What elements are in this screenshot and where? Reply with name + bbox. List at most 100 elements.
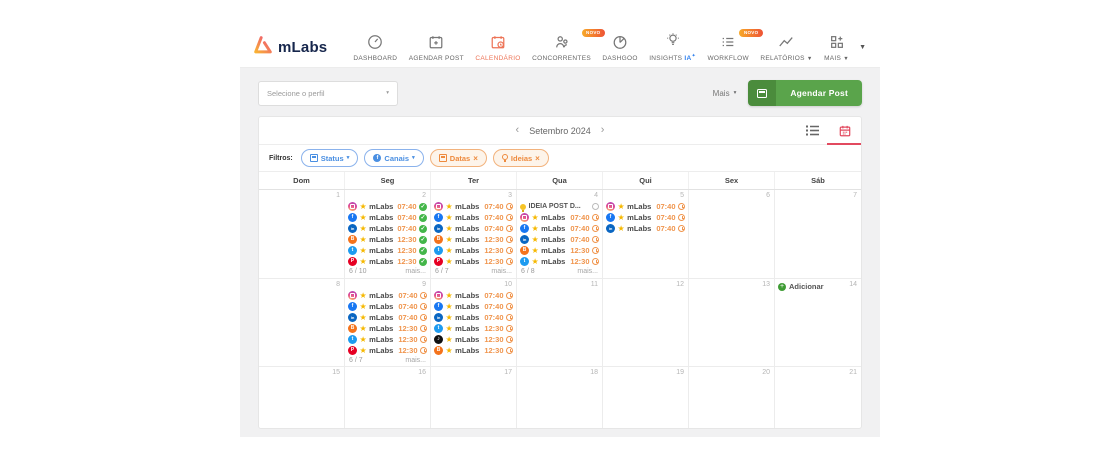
list-view-button[interactable] — [806, 117, 819, 144]
nav-insights-ia[interactable]: INSIGHTS IA✦ — [649, 32, 696, 63]
calendar-day-cell[interactable]: 9 ★ mLabs 07:40 f ★ mLabs 07:40 in ★ mLabs 07:40 B ★ m… — [345, 279, 431, 367]
calendar-day-cell[interactable]: 1 — [259, 190, 345, 279]
calendar-day-cell[interactable]: 20 — [689, 367, 775, 428]
close-icon[interactable]: × — [473, 154, 478, 163]
post-item[interactable]: in ★ mLabs 07:40 — [431, 223, 516, 234]
idea-item[interactable]: IDEIA POST D... — [517, 201, 602, 212]
post-item[interactable]: ★ mLabs 07:40 — [431, 290, 516, 301]
nav-concorrentes[interactable]: NOVO CONCORRENTES — [532, 28, 605, 62]
nav-relatorios[interactable]: RELATÓRIOS ▼ — [760, 34, 812, 62]
calendar-day-cell[interactable]: 19 — [603, 367, 689, 428]
filter-canais[interactable]: f Canais ▾ — [364, 149, 424, 167]
calendar-day-cell[interactable]: 16 — [345, 367, 431, 428]
close-icon[interactable]: × — [535, 154, 540, 163]
mais-link[interactable]: mais... — [405, 268, 426, 275]
calendar-day-cell[interactable]: 5 ★ mLabs 07:40 f ★ mLabs 07:40 in ★ mLabs 07:40 — [603, 190, 689, 279]
day-cell-body: + Adicionar — [775, 281, 861, 292]
day-number: 21 — [849, 369, 857, 376]
profile-select[interactable]: Selecione o perfil ▾ — [258, 80, 398, 106]
post-time: 12:30 — [397, 246, 417, 255]
account-menu-caret[interactable]: ▼ — [859, 44, 866, 51]
calendar-header: ‹ Setembro 2024 › — [259, 117, 861, 145]
calendar-day-cell[interactable]: 21 — [775, 367, 861, 428]
calendar-day-cell[interactable]: 18 — [517, 367, 603, 428]
post-item[interactable]: t ★ mLabs 12:30 — [431, 245, 516, 256]
post-item[interactable]: P ★ mLabs 12:30 — [431, 256, 516, 267]
calendar-day-cell[interactable]: 6 — [689, 190, 775, 279]
nav-workflow[interactable]: NOVO WORKFLOW — [707, 28, 763, 62]
post-item[interactable]: ★ mLabs 07:40 — [431, 201, 516, 212]
post-item[interactable]: ★ mLabs 07:40 — [517, 212, 602, 223]
calendar-day-cell[interactable]: 15 — [259, 367, 345, 428]
post-item[interactable]: P ★ mLabs 12:30 — [345, 345, 430, 356]
calendar-day-cell[interactable]: 14 + Adicionar — [775, 279, 861, 367]
calendar-day-cell[interactable]: 8 — [259, 279, 345, 367]
post-item[interactable]: ♪ ★ mLabs 12:30 — [431, 334, 516, 345]
adicionar-button[interactable]: + Adicionar — [775, 281, 861, 292]
post-item[interactable]: f ★ mLabs 07:40 ✓ — [345, 212, 430, 223]
nav-mais[interactable]: MAIS ▼ — [824, 34, 849, 62]
post-item[interactable]: t ★ mLabs 12:30 ✓ — [345, 245, 430, 256]
post-time: 07:40 — [398, 291, 418, 300]
filter-ideias[interactable]: Ideias × — [492, 149, 549, 167]
prev-month-button[interactable]: ‹ — [516, 125, 520, 136]
calendar-day-cell[interactable]: 4 IDEIA POST D... ★ mLabs 07:40 f ★ mLabs 07:40 i… — [517, 190, 603, 279]
account-name: mLabs — [541, 213, 566, 222]
post-item[interactable]: ★ mLabs 07:40 — [603, 201, 688, 212]
post-item[interactable]: in ★ mLabs 07:40 ✓ — [345, 223, 430, 234]
post-item[interactable]: B ★ mLabs 12:30 — [431, 345, 516, 356]
post-item[interactable]: B ★ mLabs 12:30 — [345, 323, 430, 334]
calendar-day-cell[interactable]: 2 ★ mLabs 07:40 ✓ f ★ mLabs 07:40 ✓ in ★ mLabs 07:40 ✓… — [345, 190, 431, 279]
mlabs-logo[interactable]: mLabs — [252, 34, 327, 61]
scheduled-clock-icon — [506, 225, 513, 232]
favorite-star-icon: ★ — [359, 235, 367, 244]
post-time: 12:30 — [570, 246, 590, 255]
favorite-star-icon: ★ — [445, 346, 453, 355]
filter-status[interactable]: Status ▾ — [300, 149, 359, 167]
post-item[interactable]: ★ mLabs 07:40 — [345, 290, 430, 301]
mais-dropdown[interactable]: Mais ▾ — [713, 89, 737, 98]
nav-agendar-post[interactable]: AGENDAR POST — [409, 34, 464, 62]
day-number: 8 — [336, 281, 340, 288]
post-item[interactable]: B ★ mLabs 12:30 ✓ — [345, 234, 430, 245]
calendar-day-cell[interactable]: 11 — [517, 279, 603, 367]
calendar-day-cell[interactable]: 17 — [431, 367, 517, 428]
cell-footer: 6 / 8 mais... — [517, 267, 602, 275]
agendar-post-button[interactable]: Agendar Post — [748, 80, 862, 106]
calendar-day-cell[interactable]: 13 — [689, 279, 775, 367]
calendar-day-cell[interactable]: 10 ★ mLabs 07:40 f ★ mLabs 07:40 in ★ mLabs 07:40 t ★… — [431, 279, 517, 367]
post-item[interactable]: in ★ mLabs 07:40 — [345, 312, 430, 323]
post-item[interactable]: in ★ mLabs 07:40 — [517, 234, 602, 245]
post-item[interactable]: B ★ mLabs 12:30 — [431, 234, 516, 245]
post-item[interactable]: f ★ mLabs 07:40 — [431, 301, 516, 312]
trend-chart-icon — [778, 34, 794, 52]
post-item[interactable]: t ★ mLabs 12:30 — [431, 323, 516, 334]
account-name: mLabs — [541, 224, 566, 233]
twitter-icon: t — [348, 246, 357, 255]
mais-link[interactable]: mais... — [577, 268, 598, 275]
post-item[interactable]: f ★ mLabs 07:40 — [345, 301, 430, 312]
filter-datas[interactable]: Datas × — [429, 149, 487, 167]
calendar-day-cell[interactable]: 3 ★ mLabs 07:40 f ★ mLabs 07:40 in ★ mLabs 07:40 B ★ m… — [431, 190, 517, 279]
post-item[interactable]: in ★ mLabs 07:40 — [431, 312, 516, 323]
next-month-button[interactable]: › — [601, 125, 605, 136]
post-item[interactable]: P ★ mLabs 12:30 ✓ — [345, 256, 430, 267]
post-item[interactable]: in ★ mLabs 07:40 — [603, 223, 688, 234]
scheduled-clock-icon — [506, 303, 513, 310]
post-item[interactable]: f ★ mLabs 07:40 — [431, 212, 516, 223]
nav-dashboard[interactable]: DASHBOARD — [353, 34, 397, 62]
post-item[interactable]: t ★ mLabs 12:30 — [345, 334, 430, 345]
calendar-day-cell[interactable]: 12 — [603, 279, 689, 367]
facebook-icon: f — [348, 302, 357, 311]
post-item[interactable]: ★ mLabs 07:40 ✓ — [345, 201, 430, 212]
post-item[interactable]: f ★ mLabs 07:40 — [603, 212, 688, 223]
post-item[interactable]: f ★ mLabs 07:40 — [517, 223, 602, 234]
mais-link[interactable]: mais... — [405, 357, 426, 364]
calendar-day-cell[interactable]: 7 — [775, 190, 861, 279]
calendar-view-button[interactable] — [827, 117, 861, 145]
nav-dashgoo[interactable]: DASHGOO — [602, 34, 637, 62]
mais-link[interactable]: mais... — [491, 268, 512, 275]
post-item[interactable]: t ★ mLabs 12:30 — [517, 256, 602, 267]
post-item[interactable]: B ★ mLabs 12:30 — [517, 245, 602, 256]
nav-calendario[interactable]: CALENDÁRIO — [475, 34, 520, 62]
